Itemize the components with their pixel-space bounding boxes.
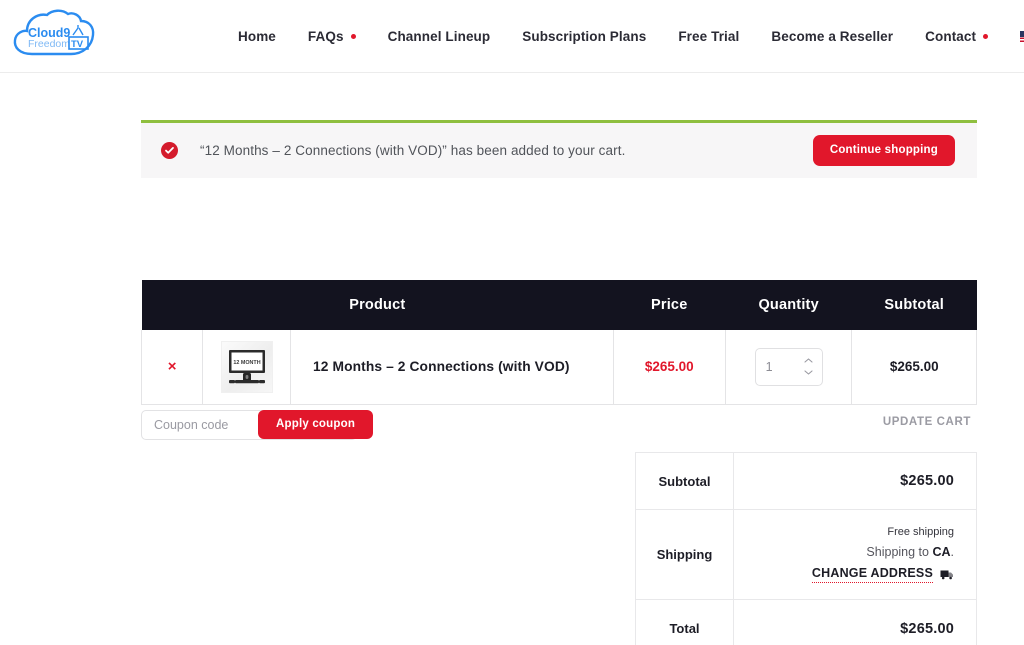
totals-value-shipping: Free shipping Shipping to CA. CHANGE ADD… [733,509,977,600]
column-header-product: Product [141,280,614,330]
continue-shopping-button[interactable]: Continue shopping [812,135,955,166]
site-header: Cloud9 Freedom TV Home FAQs Channel Line… [0,0,1024,73]
remove-item-button[interactable]: × [142,359,202,374]
apply-coupon-button[interactable]: Apply coupon [258,410,374,439]
shipping-to-prefix: Shipping to [866,545,933,559]
column-header-quantity: Quantity [725,280,852,330]
totals-label-shipping: Shipping [635,509,734,600]
totals-row-total: Total $265.00 [635,599,977,645]
cart-table-header: Product Price Quantity Subtotal [141,280,977,330]
column-header-price: Price [613,280,726,330]
cell-thumbnail: 12 MONTH [202,330,292,405]
cart-totals-table: Subtotal $265.00 Shipping Free shipping … [635,452,977,645]
svg-text:12 MONTH: 12 MONTH [233,360,260,366]
notice-message: “12 Months – 2 Connections (with VOD)” h… [200,143,626,158]
change-address-button[interactable]: CHANGE ADDRESS [811,566,954,583]
totals-label-subtotal: Subtotal [635,452,734,510]
total-amount: $265.00 [900,620,954,637]
totals-label-total: Total [635,599,734,645]
quantity-stepper[interactable] [754,347,823,386]
cell-product-name: 12 Months – 2 Connections (with VOD) [290,330,614,405]
cart-table: Product Price Quantity Subtotal × 12 MON… [140,280,977,405]
us-flag-icon [1020,31,1024,42]
cell-remove: × [140,330,204,405]
coupon-row: Apply coupon UPDATE CART [141,410,977,442]
chevron-down-icon [983,34,989,39]
truck-icon [940,569,954,580]
check-circle-icon [161,142,178,159]
cell-quantity [724,330,853,405]
cart-page: Cloud9 Freedom TV Home FAQs Channel Line… [0,0,1024,645]
cell-price: $265.00 [612,330,726,405]
product-name-link[interactable]: 12 Months – 2 Connections (with VOD) [291,359,570,374]
nav-label: Become a Reseller [771,28,894,44]
nav-item-channel-lineup[interactable]: Channel Lineup [372,30,507,44]
cart-notice: “12 Months – 2 Connections (with VOD)” h… [141,120,977,178]
main-navigation: Home FAQs Channel Lineup Subscription Pl… [228,0,1024,73]
nav-label: FAQs [307,28,344,44]
shipping-destination: Shipping to CA. [866,545,954,559]
site-logo[interactable]: Cloud9 Freedom TV [8,4,100,66]
shipping-method-label: Free shipping [887,526,954,538]
nav-item-home[interactable]: Home [228,30,292,44]
shipping-to-suffix: . [950,545,954,559]
totals-row-shipping: Shipping Free shipping Shipping to CA. C… [635,509,977,600]
nav-label: Channel Lineup [387,28,491,44]
quantity-input[interactable] [755,358,798,375]
update-cart-button[interactable]: UPDATE CART [877,415,977,429]
shipping-to-region: CA [932,545,951,559]
svg-text:TV: TV [71,39,84,50]
nav-label: Free Trial [678,28,740,44]
cart-table-body: × 12 MONTH 12 Months – 2 Connections (wi… [140,330,977,405]
nav-item-become-a-reseller[interactable]: Become a Reseller [755,30,909,44]
nav-label: Contact [925,28,977,44]
quantity-decrement-button[interactable] [804,370,813,375]
subtotal-amount: $265.00 [900,473,954,489]
totals-row-subtotal: Subtotal $265.00 [635,452,977,510]
change-address-label: CHANGE ADDRESS [811,566,933,583]
nav-item-contact[interactable]: Contact [909,30,1004,44]
nav-item-free-trial[interactable]: Free Trial [662,30,755,44]
column-header-subtotal: Subtotal [851,280,977,330]
nav-label: Home [238,28,276,44]
tv-monitor-icon: 12 MONTH [228,349,265,383]
cloud9-freedomtv-logo-icon: Cloud9 Freedom TV [13,9,95,56]
svg-text:Freedom: Freedom [28,38,70,50]
totals-value-subtotal: $265.00 [733,452,977,510]
product-thumbnail[interactable]: 12 MONTH [220,340,273,393]
chevron-down-icon [350,34,356,39]
nav-item-language-switcher[interactable]: English [1004,30,1024,44]
quantity-arrows [804,349,813,385]
nav-item-subscription-plans[interactable]: Subscription Plans [506,30,662,44]
nav-label: Subscription Plans [522,28,647,44]
nav-item-faqs[interactable]: FAQs [292,30,372,44]
totals-value-total: $265.00 [733,599,977,645]
cell-subtotal: $265.00 [851,330,977,405]
table-row: × 12 MONTH 12 Months – 2 Connections (wi… [140,330,977,405]
quantity-increment-button[interactable] [804,358,813,363]
